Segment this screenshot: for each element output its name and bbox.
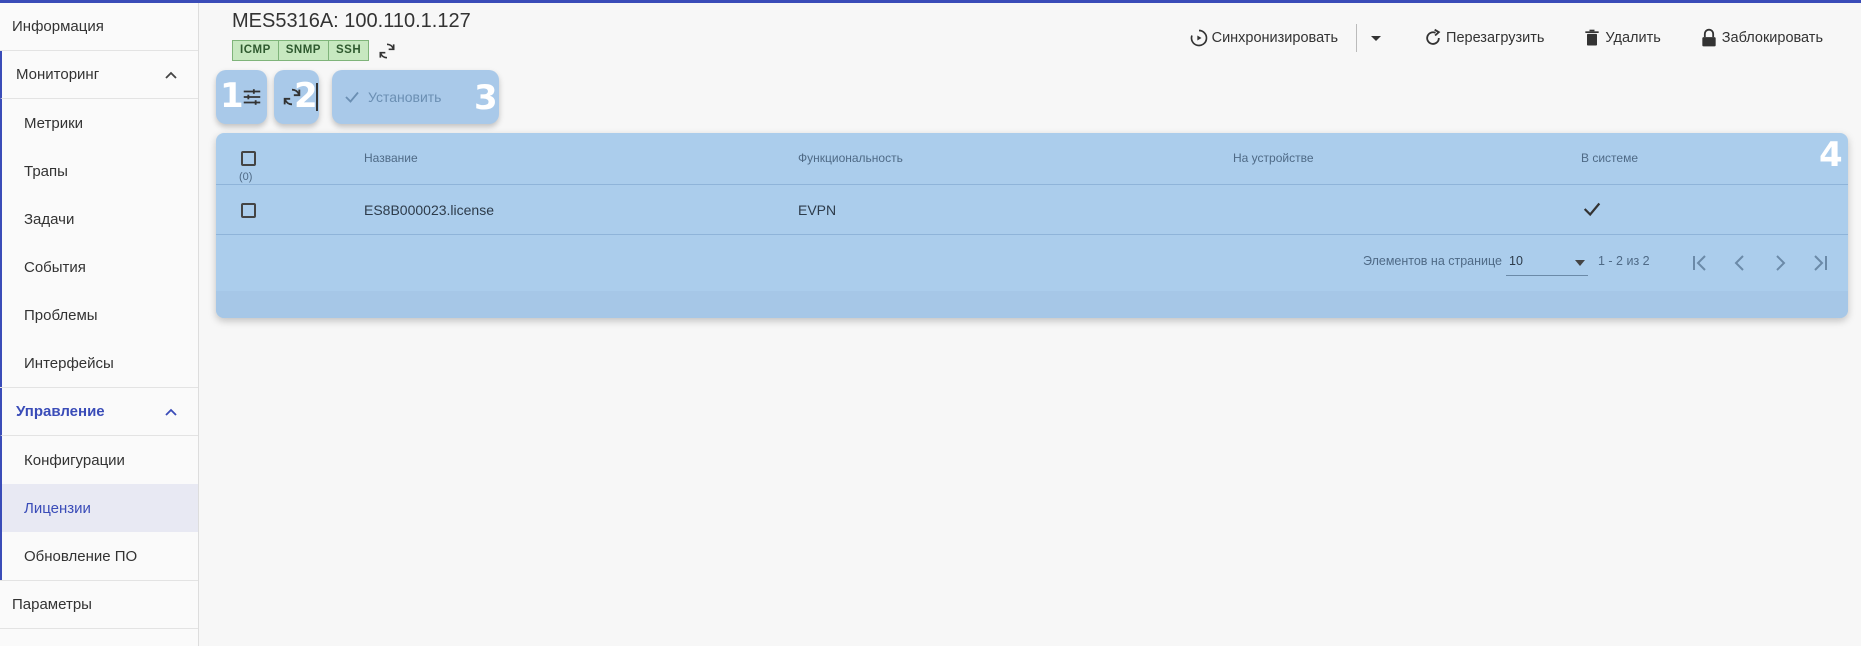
table-header: (0) Название Функциональность На устройс… (216, 133, 1848, 185)
top-accent-line (0, 0, 1861, 3)
caret-down-icon[interactable] (1369, 31, 1383, 45)
selected-count: (0) (239, 171, 253, 183)
lock-button[interactable]: Заблокировать (1699, 28, 1823, 48)
trash-icon (1585, 29, 1600, 46)
per-page-label: Элементов на странице (1363, 254, 1502, 268)
sidebar-subgroup-monitoring: Метрики Трапы Задачи События Проблемы Ин… (0, 99, 198, 388)
prev-page-icon[interactable] (1726, 249, 1754, 277)
sidebar-group-monitoring[interactable]: Мониторинг (0, 51, 198, 99)
sidebar-group-label: Мониторинг (16, 66, 100, 83)
license-name: ES8B000023.license (364, 202, 494, 218)
install-label: Установить (368, 89, 442, 105)
last-page-icon[interactable] (1806, 249, 1834, 277)
sidebar-item-firmware-update[interactable]: Обновление ПО (0, 532, 198, 580)
delete-button[interactable]: Удалить (1582, 28, 1661, 48)
check-icon (1583, 202, 1601, 217)
reboot-label: Перезагрузить (1446, 30, 1545, 46)
page-title: MES5316A: 100.110.1.127 (232, 10, 471, 32)
next-page-icon[interactable] (1766, 249, 1794, 277)
licenses-table: 4 (0) Название Функциональность На устро… (216, 133, 1848, 318)
sidebar-item-params[interactable]: Параметры (0, 581, 198, 629)
chevron-up-icon (165, 408, 177, 416)
first-page-icon[interactable] (1686, 249, 1714, 277)
delete-label: Удалить (1605, 30, 1661, 46)
sidebar-item-licenses[interactable]: Лицензии (0, 484, 198, 532)
sidebar: Информация Мониторинг Метрики Трапы Зада… (0, 3, 199, 646)
marker-3: 3 (474, 78, 498, 118)
select-all-checkbox[interactable] (241, 151, 256, 166)
sidebar-group-label: Управление (16, 403, 105, 420)
check-icon (345, 91, 359, 103)
column-header-function[interactable]: Функциональность (798, 151, 903, 165)
header-actions: Синхронизировать Перезагрузить Удалить З… (1189, 24, 1823, 52)
sidebar-item-tasks[interactable]: Задачи (0, 195, 198, 243)
sidebar-item-configurations[interactable]: Конфигурации (0, 436, 198, 484)
panel-footer-strip (216, 291, 1848, 318)
paginator: Элементов на странице 10 1 - 2 из 2 (216, 236, 1848, 291)
column-header-name[interactable]: Название (364, 151, 418, 165)
lock-icon (1702, 28, 1716, 47)
reboot-button[interactable]: Перезагрузить (1423, 28, 1544, 48)
per-page-select[interactable]: 10 (1506, 250, 1588, 276)
install-button[interactable]: Установить 3 (332, 70, 499, 124)
sidebar-group-management[interactable]: Управление (0, 388, 198, 436)
license-function: EVPN (798, 202, 837, 218)
chevron-up-icon (165, 71, 177, 79)
text-cursor (316, 83, 318, 111)
lock-label: Заблокировать (1721, 30, 1823, 46)
sidebar-subgroup-management: Конфигурации Лицензии Обновление ПО (0, 436, 198, 581)
tune-icon (243, 89, 261, 105)
row-checkbox[interactable] (241, 203, 256, 218)
column-header-in-system[interactable]: В системе (1581, 151, 1638, 165)
sync-button[interactable]: Синхронизировать (1189, 28, 1338, 48)
sidebar-item-events[interactable]: События (0, 243, 198, 291)
table-row[interactable]: ES8B000023.license EVPN (216, 185, 1848, 235)
sidebar-item-interfaces[interactable]: Интерфейсы (0, 339, 198, 387)
sync-label: Синхронизировать (1211, 30, 1339, 46)
reboot-icon (1426, 28, 1441, 45)
refresh-list-button[interactable]: 2 (274, 70, 319, 124)
sidebar-item-info[interactable]: Информация (0, 3, 198, 51)
status-badge-snmp: SNMP (278, 40, 329, 61)
sync-icon (1190, 29, 1207, 47)
sidebar-item-traps[interactable]: Трапы (0, 147, 198, 195)
status-badge-ssh: SSH (328, 40, 370, 61)
sidebar-item-problems[interactable]: Проблемы (0, 291, 198, 339)
protocol-badges: ICMP SNMP SSH (232, 40, 397, 61)
status-badge-icmp: ICMP (232, 40, 279, 61)
filter-settings-button[interactable]: 1 (216, 70, 267, 124)
page-range: 1 - 2 из 2 (1598, 254, 1650, 268)
refresh-icon[interactable] (377, 41, 397, 61)
marker-2: 2 (294, 76, 318, 116)
divider (1356, 24, 1358, 52)
column-header-on-device[interactable]: На устройстве (1233, 151, 1314, 165)
per-page-value: 10 (1509, 254, 1523, 268)
caret-down-icon (1575, 260, 1585, 266)
sidebar-item-metrics[interactable]: Метрики (0, 99, 198, 147)
